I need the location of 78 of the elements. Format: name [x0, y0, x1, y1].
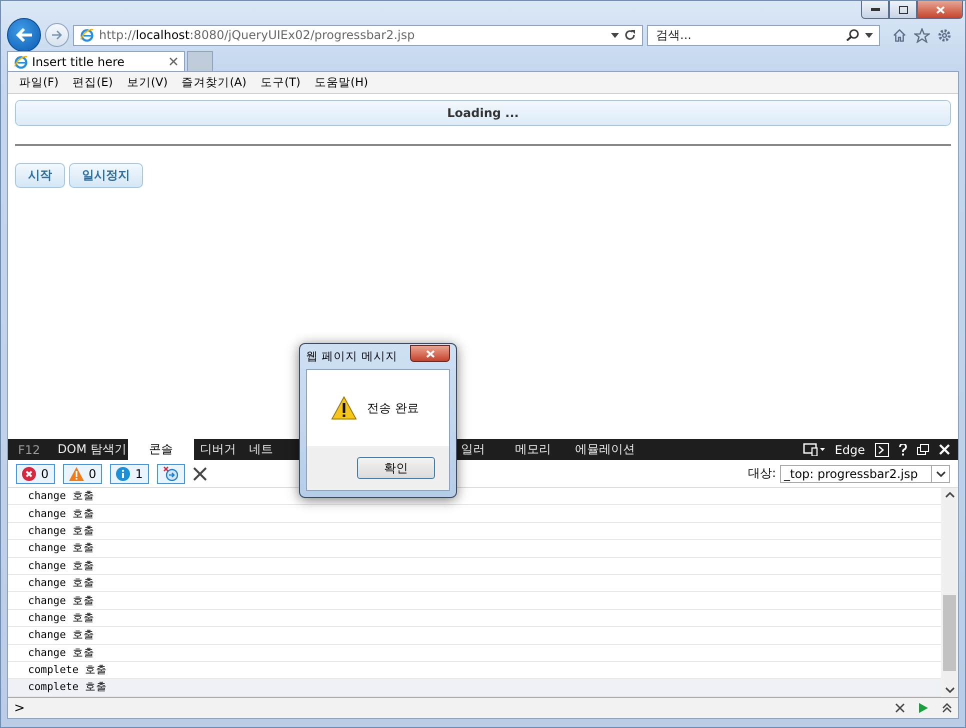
- dialog-title: 웹 페이지 메시지: [306, 349, 398, 364]
- log-entry: change 호출: [8, 558, 941, 575]
- menu-item[interactable]: 도움말(H): [308, 75, 376, 90]
- undock-icon[interactable]: [917, 444, 929, 455]
- target-select[interactable]: _top: progressbar2.jsp: [780, 464, 950, 482]
- f12-label: F12: [17, 442, 42, 456]
- menu-item[interactable]: 도구(T): [254, 75, 308, 90]
- close-icon: [426, 350, 434, 358]
- log-entry: change 호출: [8, 644, 941, 662]
- devtools-tab[interactable]: 콘솔: [128, 439, 194, 460]
- warning-icon: [331, 396, 357, 420]
- browser-tab[interactable]: Insert title here: [7, 51, 185, 71]
- filter-button[interactable]: 0: [62, 464, 102, 484]
- target-label: 대상:: [748, 465, 776, 482]
- star-icon[interactable]: [914, 28, 930, 42]
- filter-button[interactable]: 0: [16, 464, 55, 484]
- action-button[interactable]: 일시정지: [69, 163, 143, 188]
- log-entry: complete 호출: [8, 662, 941, 680]
- dialog-message: 전송 완료: [367, 400, 419, 416]
- chevron-up-icon[interactable]: [944, 492, 954, 498]
- expand-icon[interactable]: [942, 703, 952, 713]
- error-icon: [22, 466, 36, 480]
- home-icon[interactable]: [892, 28, 907, 42]
- menu-item[interactable]: 편집(E): [66, 75, 120, 90]
- search-icon[interactable]: [846, 29, 860, 41]
- browser-logo-icon: [80, 28, 94, 42]
- clear-icon[interactable]: [192, 466, 207, 480]
- console-icon[interactable]: [875, 442, 889, 456]
- clear-icon[interactable]: [895, 703, 905, 713]
- device-icon[interactable]: [802, 443, 825, 456]
- maximize-button[interactable]: [889, 1, 917, 19]
- forward-arrow-icon: [51, 30, 63, 40]
- menu-item[interactable]: 즐겨찾기(A): [174, 75, 254, 90]
- filter-button[interactable]: 1: [110, 464, 149, 484]
- devtools-tab[interactable]: DOM 탐색기: [56, 439, 128, 460]
- progress-label: Loading ...: [447, 106, 519, 120]
- log-entry: change 호출: [8, 522, 941, 540]
- dropdown-icon[interactable]: [611, 32, 619, 38]
- browser-logo-icon: [14, 54, 28, 68]
- devtools-tab[interactable]: 네트: [242, 439, 280, 460]
- close-button[interactable]: [917, 1, 963, 19]
- menu-item[interactable]: 파일(F): [12, 75, 66, 90]
- forward-button[interactable]: [45, 23, 69, 47]
- help-icon[interactable]: [899, 444, 907, 456]
- minimize-icon: [870, 8, 880, 12]
- chevron-down-icon[interactable]: [944, 687, 954, 693]
- close-icon: [936, 6, 944, 14]
- search-field[interactable]: 검색...: [647, 24, 880, 46]
- clear-on-navigate-button[interactable]: [156, 464, 185, 484]
- close-button[interactable]: [410, 345, 450, 362]
- warning-icon: [68, 466, 84, 480]
- back-button[interactable]: [7, 18, 41, 52]
- minimize-button[interactable]: [861, 1, 889, 19]
- devtools-tab[interactable]: 디버거: [194, 439, 242, 460]
- devtools-tab[interactable]: 메모리: [501, 439, 565, 460]
- action-button[interactable]: 시작: [15, 163, 65, 188]
- dropdown-icon[interactable]: [865, 32, 873, 38]
- document-mode[interactable]: Edge: [834, 442, 865, 456]
- settings-icon[interactable]: [937, 28, 952, 42]
- back-arrow-icon: [15, 27, 33, 43]
- scrollbar[interactable]: [941, 488, 958, 697]
- log-entry: change 호출: [8, 540, 941, 558]
- menu-item[interactable]: 보기(V): [120, 75, 175, 90]
- log-entry: change 호출: [8, 627, 941, 645]
- devtools-tab[interactable]: 일러: [461, 439, 501, 460]
- log-entry: change 호출: [8, 488, 941, 506]
- log-entry: complete 호출: [8, 679, 941, 697]
- refresh-icon[interactable]: [624, 29, 636, 41]
- chevron-down-icon: [936, 470, 946, 476]
- run-icon[interactable]: [919, 703, 928, 713]
- tab-title: Insert title here: [32, 54, 126, 68]
- devtools-tab[interactable]: 에뮬레이션: [565, 439, 645, 460]
- info-icon: [116, 466, 130, 480]
- address-bar[interactable]: http://localhost:8080/jQueryUIEx02/progressbar2.jsp: [73, 24, 643, 46]
- log-entry: change 호출: [8, 574, 941, 592]
- ok-button[interactable]: 확인: [357, 457, 435, 479]
- log-entry: change 호출: [8, 610, 941, 628]
- maximize-icon: [898, 6, 908, 14]
